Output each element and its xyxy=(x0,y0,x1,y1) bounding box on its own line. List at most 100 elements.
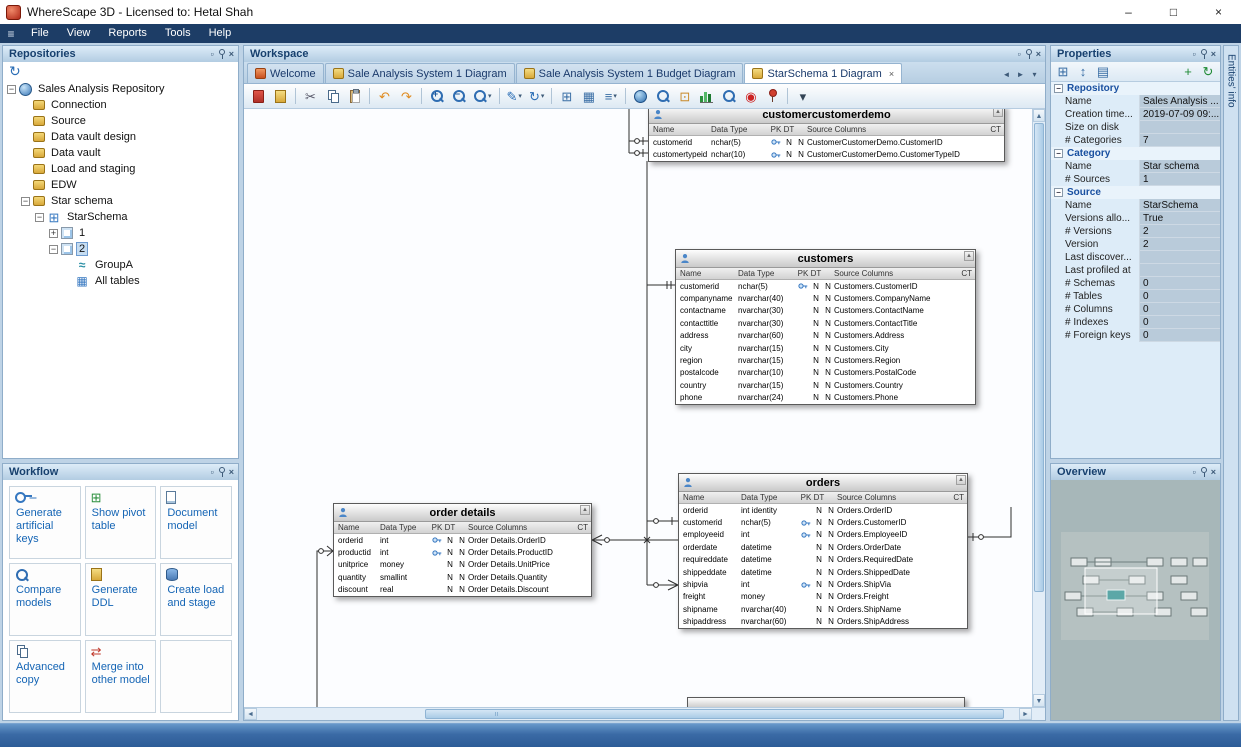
close-icon[interactable]: × xyxy=(1211,467,1216,477)
column-row-shipvia[interactable]: shipviaintNNOrders.ShipVia xyxy=(679,578,967,590)
line-tool-button[interactable]: ✎▾ xyxy=(504,86,525,107)
column-row-quantity[interactable]: quantitysmallintNNOrder Details.Quantity xyxy=(334,571,591,583)
entity-orders[interactable]: orders▲NameData TypePKDTSource ColumnsCT… xyxy=(678,473,968,629)
collapse-icon[interactable]: − xyxy=(21,197,30,206)
pin-icon[interactable] xyxy=(219,49,225,55)
pin-icon[interactable] xyxy=(1201,467,1207,473)
tab-list-dropdown-icon[interactable]: ▾ xyxy=(1028,70,1041,79)
column-row-shipname[interactable]: shipnamenvarchar(40)NNOrders.ShipName xyxy=(679,603,967,615)
property-value[interactable]: StarSchema xyxy=(1139,199,1220,212)
align-button[interactable]: ≡▾ xyxy=(600,86,621,107)
tree-item-edw[interactable]: EDW xyxy=(3,177,238,193)
zoom-scale-button[interactable]: ▾ xyxy=(470,86,495,107)
menu-reports[interactable]: Reports xyxy=(99,24,156,43)
workflow-generate-artificial-keys-button[interactable]: Generate artificial keys xyxy=(9,486,81,559)
workflow-show-pivot-table-button[interactable]: ⊞Show pivot table xyxy=(85,486,157,559)
horizontal-scroll-thumb[interactable] xyxy=(425,709,1004,719)
sort-properties-button[interactable]: ↕ xyxy=(1074,63,1092,81)
validate-button[interactable]: ◉ xyxy=(740,86,761,107)
redo-button[interactable]: ↷ xyxy=(396,86,417,107)
tree-item-all-tables[interactable]: All tables xyxy=(3,273,238,289)
zoom-in-button[interactable]: + xyxy=(426,86,447,107)
menu-view[interactable]: View xyxy=(58,24,100,43)
entity-scroll-up-icon[interactable]: ▲ xyxy=(993,109,1003,117)
column-row-unitprice[interactable]: unitpricemoneyNNOrder Details.UnitPrice xyxy=(334,559,591,571)
workflow-generate-ddl-button[interactable]: Generate DDL xyxy=(85,563,157,636)
expand-icon[interactable]: + xyxy=(49,229,58,238)
property-value[interactable]: 0 xyxy=(1139,329,1220,342)
tab-close-icon[interactable]: × xyxy=(889,69,894,79)
toolbar-overflow-button[interactable]: ▾ xyxy=(792,86,813,107)
column-row-employeeid[interactable]: employeeidintNNOrders.EmployeeID xyxy=(679,529,967,541)
entities-info-tab[interactable]: Entities' info xyxy=(1223,45,1239,721)
entity-scroll-up-icon[interactable]: ▲ xyxy=(580,505,590,515)
properties-section-repository[interactable]: −Repository xyxy=(1051,82,1220,95)
column-row-shipaddress[interactable]: shipaddressnvarchar(60)NNOrders.ShipAddr… xyxy=(679,616,967,628)
grid-view-button[interactable]: ⊞ xyxy=(1054,63,1072,81)
tree-item-data-vault-design[interactable]: Data vault design xyxy=(3,129,238,145)
column-row-customertypeid[interactable]: customertypeidnchar(10)NNCustomerCustome… xyxy=(649,148,1004,160)
workflow-advanced-copy-button[interactable]: Advanced copy xyxy=(9,640,81,713)
vertical-scroll-thumb[interactable] xyxy=(1034,123,1044,592)
float-icon[interactable]: ▫ xyxy=(1018,49,1021,59)
collapse-icon[interactable]: − xyxy=(1054,149,1063,158)
tree-item-source[interactable]: Source xyxy=(3,113,238,129)
workflow-compare-models-button[interactable]: Compare models xyxy=(9,563,81,636)
column-row-freight[interactable]: freightmoneyNNOrders.Freight xyxy=(679,591,967,603)
workflow-create-load-and-stage-button[interactable]: Create load and stage xyxy=(160,563,232,636)
entity-partial[interactable] xyxy=(687,697,965,707)
collapse-icon[interactable]: − xyxy=(1054,84,1063,93)
tab-welcome[interactable]: Welcome xyxy=(247,63,324,83)
menu-file[interactable]: File xyxy=(22,24,58,43)
column-row-requireddate[interactable]: requireddatedatetimeNNOrders.RequiredDat… xyxy=(679,554,967,566)
overview-minimap[interactable] xyxy=(1051,480,1218,718)
pin-diagram-button[interactable] xyxy=(762,86,783,107)
tab-scroll-left-button[interactable]: ◄ xyxy=(1000,70,1013,79)
close-icon[interactable]: × xyxy=(229,467,234,477)
tree-item-groupa[interactable]: GroupA xyxy=(3,257,238,273)
property-value[interactable]: 2 xyxy=(1139,225,1220,238)
property-value[interactable]: 7 xyxy=(1139,134,1220,147)
find-button[interactable] xyxy=(652,86,673,107)
workflow-merge-into-other-model-button[interactable]: ⇄Merge into other model xyxy=(85,640,157,713)
property-value[interactable] xyxy=(1139,251,1220,264)
column-row-postalcode[interactable]: postalcodenvarchar(10)NNCustomers.Postal… xyxy=(676,367,975,379)
column-row-discount[interactable]: discountrealNNOrder Details.Discount xyxy=(334,584,591,596)
paste-button[interactable] xyxy=(344,86,365,107)
workflow-document-model-button[interactable]: Document model xyxy=(160,486,232,559)
tree-item-connection[interactable]: Connection xyxy=(3,97,238,113)
column-row-companyname[interactable]: companynamenvarchar(40)NNCustomers.Compa… xyxy=(676,292,975,304)
diagram-canvas[interactable]: customercustomerdemo▲NameData TypePKDTSo… xyxy=(244,109,1032,707)
menu-tools[interactable]: Tools xyxy=(156,24,200,43)
column-row-orderid[interactable]: orderidintNNOrder Details.OrderID xyxy=(334,534,591,546)
zoom-out-button[interactable]: − xyxy=(448,86,469,107)
property-value[interactable] xyxy=(1139,264,1220,277)
close-button[interactable]: × xyxy=(1196,0,1241,24)
column-row-contacttitle[interactable]: contacttitlenvarchar(30)NNCustomers.Cont… xyxy=(676,317,975,329)
column-row-address[interactable]: addressnvarchar(60)NNCustomers.Address xyxy=(676,330,975,342)
add-entity-button[interactable]: + xyxy=(1179,63,1197,81)
property-value[interactable]: Sales Analysis ... xyxy=(1139,95,1220,108)
statistics-button[interactable] xyxy=(696,86,717,107)
minimize-button[interactable]: – xyxy=(1106,0,1151,24)
export-pdf-button[interactable] xyxy=(248,86,269,107)
close-icon[interactable]: × xyxy=(1211,49,1216,59)
property-value[interactable]: 0 xyxy=(1139,290,1220,303)
vertical-scroll-track[interactable] xyxy=(1033,122,1045,694)
export-diagram-button[interactable]: ⊡ xyxy=(674,86,695,107)
properties-section-source[interactable]: −Source xyxy=(1051,186,1220,199)
column-row-country[interactable]: countrynvarchar(15)NNCustomers.Country xyxy=(676,379,975,391)
tree-item-starschema[interactable]: −StarSchema xyxy=(3,209,238,225)
undo-button[interactable]: ↶ xyxy=(374,86,395,107)
canvas-vertical-scrollbar[interactable]: ▲ ▼ xyxy=(1032,109,1045,707)
tree-item-star-schema[interactable]: −Star schema xyxy=(3,193,238,209)
zoom-region-button[interactable] xyxy=(718,86,739,107)
tab-starschema-1-diagram[interactable]: StarSchema 1 Diagram× xyxy=(744,63,902,83)
tree-item-2[interactable]: −2 xyxy=(3,241,238,257)
property-value[interactable]: 2 xyxy=(1139,238,1220,251)
column-row-region[interactable]: regionnvarchar(15)NNCustomers.Region xyxy=(676,354,975,366)
close-icon[interactable]: × xyxy=(229,49,234,59)
property-value[interactable]: Star schema xyxy=(1139,160,1220,173)
column-row-orderdate[interactable]: orderdatedatetimeNNOrders.OrderDate xyxy=(679,541,967,553)
tree-item-1[interactable]: +1 xyxy=(3,225,238,241)
